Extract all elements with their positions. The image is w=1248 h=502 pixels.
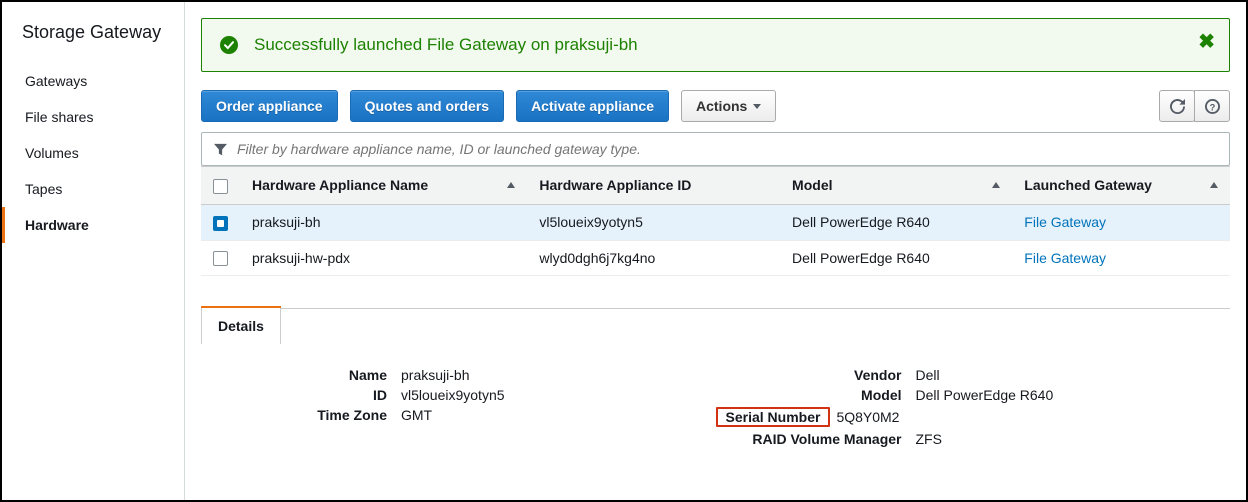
filter-bar — [201, 132, 1230, 166]
help-button[interactable]: ? — [1194, 90, 1230, 122]
check-circle-icon — [220, 36, 238, 54]
order-appliance-button[interactable]: Order appliance — [201, 90, 338, 122]
cell-name: praksuji-bh — [240, 204, 527, 240]
cell-gateway-link[interactable]: File Gateway — [1024, 214, 1106, 230]
label-raid: RAID Volume Manager — [716, 431, 916, 447]
chevron-down-icon — [753, 104, 761, 109]
close-icon[interactable]: ✖ — [1198, 29, 1215, 54]
cell-gateway-link[interactable]: File Gateway — [1024, 250, 1106, 266]
details-right: VendorDell ModelDell PowerEdge R640 Seri… — [716, 365, 1231, 449]
value-raid: ZFS — [916, 431, 1231, 447]
quotes-orders-button[interactable]: Quotes and orders — [350, 90, 504, 122]
value-id: vl5loueix9yotyn5 — [401, 387, 716, 403]
alert-text: Successfully launched File Gateway on pr… — [254, 35, 638, 55]
sidebar-item-hardware[interactable]: Hardware — [2, 207, 184, 243]
label-name: Name — [201, 367, 401, 383]
col-gateway[interactable]: Launched Gateway — [1012, 167, 1230, 205]
main-content: Successfully launched File Gateway on pr… — [185, 2, 1246, 500]
col-id[interactable]: Hardware Appliance ID — [527, 167, 780, 205]
refresh-button[interactable] — [1159, 90, 1195, 122]
value-serial: 5Q8Y0M2 — [836, 409, 1230, 425]
col-name[interactable]: Hardware Appliance Name — [240, 167, 527, 205]
cell-name: praksuji-hw-pdx — [240, 240, 527, 276]
label-model: Model — [716, 387, 916, 403]
filter-icon — [214, 143, 227, 156]
cell-model: Dell PowerEdge R640 — [780, 240, 1012, 276]
activate-appliance-button[interactable]: Activate appliance — [516, 90, 669, 122]
row-checkbox[interactable] — [213, 251, 228, 266]
sidebar-item-tapes[interactable]: Tapes — [2, 171, 184, 207]
cell-id: wlyd0dgh6j7kg4no — [527, 240, 780, 276]
label-id: ID — [201, 387, 401, 403]
value-timezone: GMT — [401, 407, 716, 423]
help-icon: ? — [1205, 99, 1220, 114]
sidebar-title: Storage Gateway — [2, 22, 184, 63]
row-checkbox[interactable] — [213, 216, 228, 231]
cell-model: Dell PowerEdge R640 — [780, 204, 1012, 240]
value-vendor: Dell — [916, 367, 1231, 383]
details-section: Details Namepraksuji-bh IDvl5loueix9yoty… — [201, 306, 1230, 469]
appliance-table: Hardware Appliance Name Hardware Applian… — [201, 166, 1230, 276]
label-timezone: Time Zone — [201, 407, 401, 423]
cell-id: vl5loueix9yotyn5 — [527, 204, 780, 240]
table-row[interactable]: praksuji-bhvl5loueix9yotyn5Dell PowerEdg… — [201, 204, 1230, 240]
value-name: praksuji-bh — [401, 367, 716, 383]
sidebar-item-volumes[interactable]: Volumes — [2, 135, 184, 171]
tab-details[interactable]: Details — [201, 308, 281, 344]
label-vendor: Vendor — [716, 367, 916, 383]
value-model: Dell PowerEdge R640 — [916, 387, 1231, 403]
svg-text:?: ? — [1209, 102, 1215, 112]
details-left: Namepraksuji-bh IDvl5loueix9yotyn5 Time … — [201, 365, 716, 449]
toolbar: Order appliance Quotes and orders Activa… — [201, 90, 1230, 122]
sidebar: Storage Gateway GatewaysFile sharesVolum… — [2, 2, 185, 500]
table-row[interactable]: praksuji-hw-pdxwlyd0dgh6j7kg4noDell Powe… — [201, 240, 1230, 276]
filter-input[interactable] — [237, 141, 1217, 157]
success-alert: Successfully launched File Gateway on pr… — [201, 18, 1230, 72]
refresh-icon — [1170, 99, 1185, 114]
sidebar-item-gateways[interactable]: Gateways — [2, 63, 184, 99]
actions-button[interactable]: Actions — [681, 90, 776, 122]
select-all-header[interactable] — [201, 167, 240, 205]
sidebar-item-file-shares[interactable]: File shares — [2, 99, 184, 135]
label-serial: Serial Number — [716, 407, 831, 427]
col-model[interactable]: Model — [780, 167, 1012, 205]
